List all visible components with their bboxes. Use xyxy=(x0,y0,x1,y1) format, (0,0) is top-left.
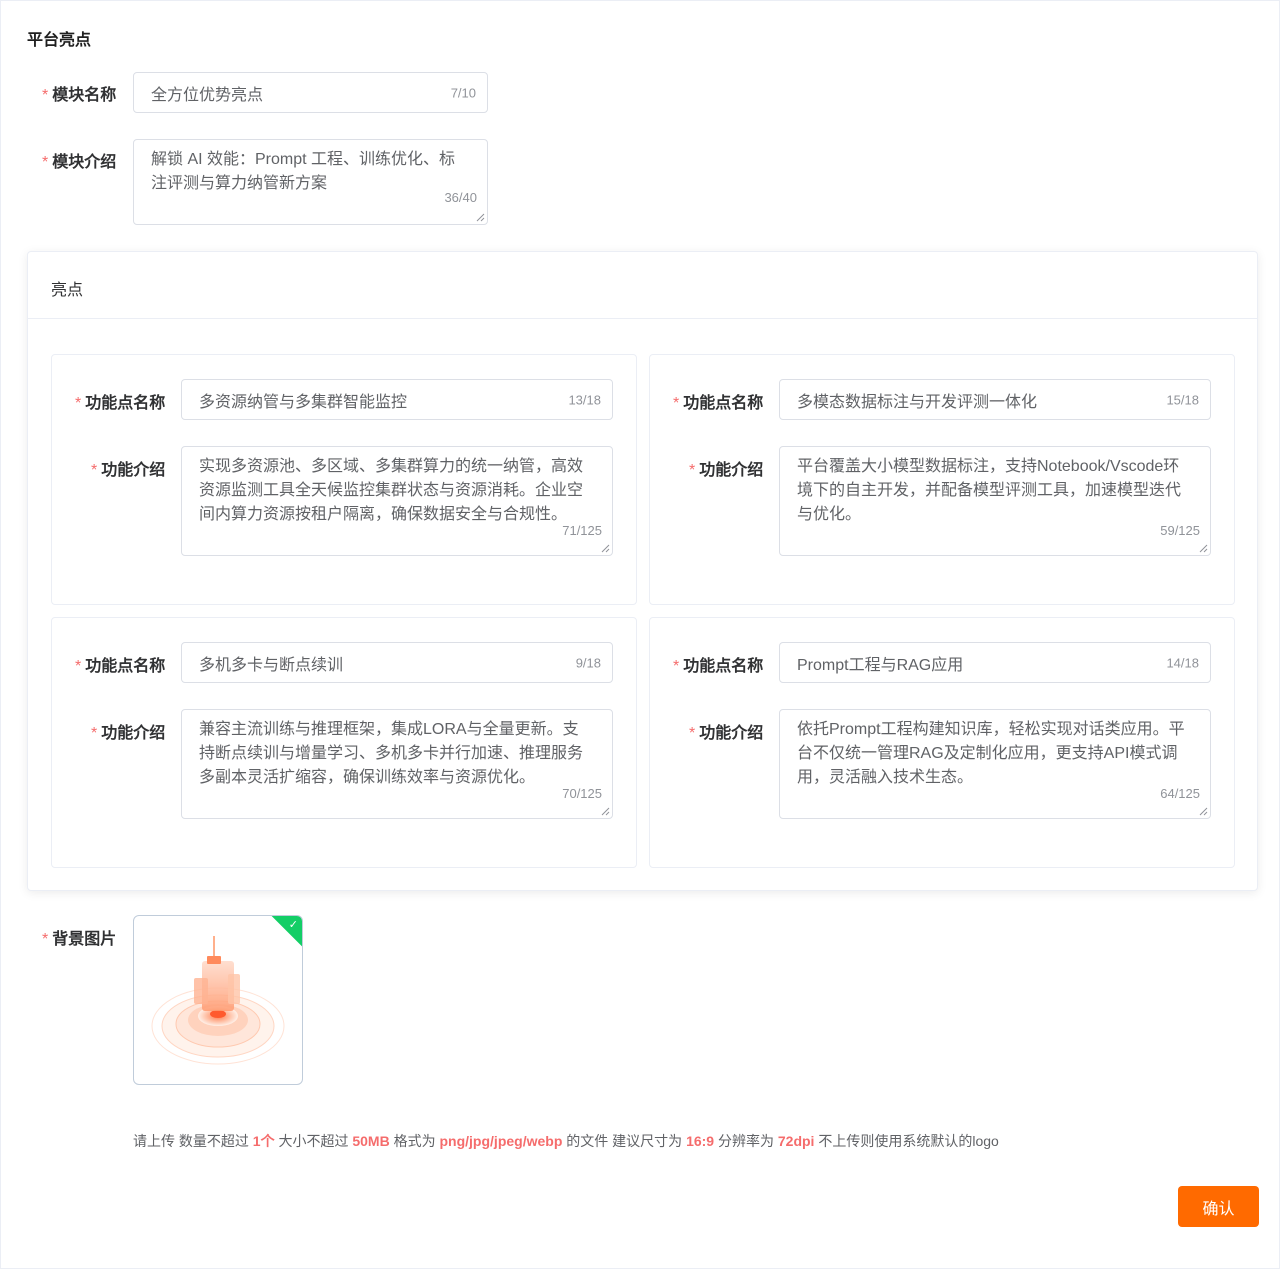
char-count: 9/18 xyxy=(575,655,601,670)
feature-name-input[interactable]: 多机多卡与断点续训 9/18 xyxy=(181,642,613,683)
required-mark: * xyxy=(673,395,680,412)
required-mark: * xyxy=(91,725,98,742)
upload-tip: 请上传 数量不超过 1个 大小不超过 50MB 格式为 png/jpg/jpeg… xyxy=(133,1133,999,1149)
feature-name-input[interactable]: 多模态数据标注与开发评测一体化 15/18 xyxy=(779,379,1211,420)
input-value: 全方位优势亮点 xyxy=(151,86,264,104)
feature-name-label: * 功能点名称 xyxy=(673,395,764,412)
feature-name-label: * 功能点名称 xyxy=(75,395,166,412)
background-image-thumbnail xyxy=(151,936,285,1065)
resize-grip-icon[interactable] xyxy=(601,544,610,553)
required-mark: * xyxy=(42,931,49,948)
char-count: 64/125 xyxy=(1160,786,1200,801)
textarea-value: 平台覆盖大小模型数据标注，支持Notebook/Vscode环境下的自主开发，并… xyxy=(797,458,1182,523)
char-count: 7/10 xyxy=(450,85,476,100)
resize-grip-icon[interactable] xyxy=(1199,544,1208,553)
char-count: 59/125 xyxy=(1160,523,1200,538)
module-intro-textarea[interactable]: 解锁 AI 效能：Prompt 工程、训练优化、标注评测与算力纳管新方案 36/… xyxy=(133,139,488,225)
highlight-card: * 功能点名称 多资源纳管与多集群智能监控 13/18 * 功能介绍 实现多资源池、… xyxy=(51,354,637,605)
required-mark: * xyxy=(689,462,696,479)
background-image-label: * 背景图片 xyxy=(42,931,117,948)
resize-grip-icon[interactable] xyxy=(476,213,485,222)
feature-name-label: * 功能点名称 xyxy=(673,658,764,675)
confirm-button[interactable]: 确认 xyxy=(1178,1186,1259,1227)
char-count: 36/40 xyxy=(444,190,477,205)
textarea-value: 实现多资源池、多区域、多集群算力的统一纳管，高效资源监测工具全天候监控集群状态与… xyxy=(199,458,584,523)
highlight-card: * 功能点名称 Prompt工程与RAG应用 14/18 * 功能介绍 依托Prom… xyxy=(649,617,1235,868)
highlight-card: * 功能点名称 多模态数据标注与开发评测一体化 15/18 * 功能介绍 平台覆盖大… xyxy=(649,354,1235,605)
panel-title: 亮点 xyxy=(51,282,84,299)
input-value: Prompt工程与RAG应用 xyxy=(797,656,964,674)
feature-name-input[interactable]: Prompt工程与RAG应用 14/18 xyxy=(779,642,1211,683)
feature-intro-textarea[interactable]: 平台覆盖大小模型数据标注，支持Notebook/Vscode环境下的自主开发，并… xyxy=(779,446,1211,556)
feature-name-label: * 功能点名称 xyxy=(75,658,166,675)
char-count: 71/125 xyxy=(562,523,602,538)
feature-intro-label: * 功能介绍 xyxy=(91,725,166,742)
char-count: 70/125 xyxy=(562,786,602,801)
resize-grip-icon[interactable] xyxy=(1199,807,1208,816)
feature-intro-textarea[interactable]: 依托Prompt工程构建知识库，轻松实现对话类应用。平台不仅统一管理RAG及定制… xyxy=(779,709,1211,819)
char-count: 13/18 xyxy=(568,392,601,407)
input-value: 多资源纳管与多集群智能监控 xyxy=(199,393,408,411)
required-mark: * xyxy=(91,462,98,479)
required-mark: * xyxy=(673,658,680,675)
required-mark: * xyxy=(75,395,82,412)
required-mark: * xyxy=(75,658,82,675)
module-intro-label: * 模块介绍 xyxy=(42,154,117,171)
input-value: 多机多卡与断点续训 xyxy=(199,656,344,674)
textarea-value: 解锁 AI 效能：Prompt 工程、训练优化、标注评测与算力纳管新方案 xyxy=(151,151,456,192)
section-title: 平台亮点 xyxy=(27,32,92,49)
resize-grip-icon[interactable] xyxy=(601,807,610,816)
highlights-panel: 亮点 * 功能点名称 多资源纳管与多集群智能监控 13/18 * 功能介绍 实现多资… xyxy=(27,251,1258,891)
panel-header: 亮点 xyxy=(28,252,1257,319)
feature-intro-textarea[interactable]: 实现多资源池、多区域、多集群算力的统一纳管，高效资源监测工具全天候监控集群状态与… xyxy=(181,446,613,556)
char-count: 15/18 xyxy=(1166,392,1199,407)
module-name-label: * 模块名称 xyxy=(42,87,117,104)
textarea-value: 兼容主流训练与推理框架，集成LORA与全量更新。支持断点续训与增量学习、多机多卡… xyxy=(199,721,584,786)
feature-intro-label: * 功能介绍 xyxy=(689,462,764,479)
background-image-upload[interactable]: ✓ xyxy=(133,915,303,1085)
feature-intro-textarea[interactable]: 兼容主流训练与推理框架，集成LORA与全量更新。支持断点续训与增量学习、多机多卡… xyxy=(181,709,613,819)
textarea-value: 依托Prompt工程构建知识库，轻松实现对话类应用。平台不仅统一管理RAG及定制… xyxy=(797,721,1185,786)
check-icon: ✓ xyxy=(288,919,298,931)
char-count: 14/18 xyxy=(1166,655,1199,670)
input-value: 多模态数据标注与开发评测一体化 xyxy=(797,393,1038,411)
feature-name-input[interactable]: 多资源纳管与多集群智能监控 13/18 xyxy=(181,379,613,420)
highlight-card: * 功能点名称 多机多卡与断点续训 9/18 * 功能介绍 兼容主流训练与推理框架，… xyxy=(51,617,637,868)
module-name-input[interactable]: 全方位优势亮点 7/10 xyxy=(133,72,488,113)
required-mark: * xyxy=(42,87,49,104)
required-mark: * xyxy=(42,154,49,171)
feature-intro-label: * 功能介绍 xyxy=(689,725,764,742)
required-mark: * xyxy=(689,725,696,742)
feature-intro-label: * 功能介绍 xyxy=(91,462,166,479)
